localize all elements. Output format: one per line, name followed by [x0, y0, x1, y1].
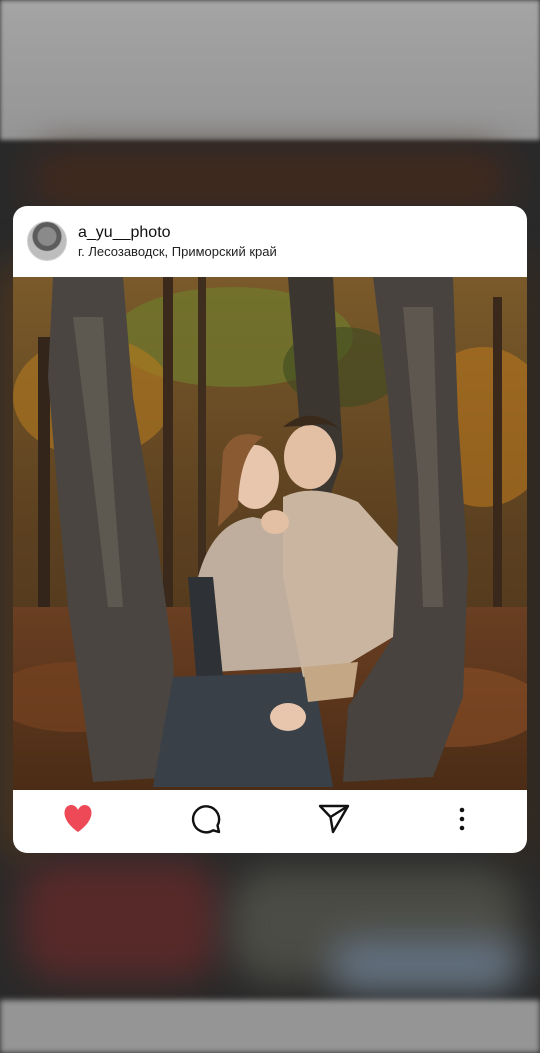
post-preview-card: a_yu__photo г. Лесозаводск, Приморский к… — [13, 206, 527, 853]
more-vertical-icon — [458, 807, 466, 836]
username[interactable]: a_yu__photo — [78, 224, 171, 242]
post-actions — [13, 790, 527, 853]
send-icon — [318, 804, 350, 839]
share-button[interactable] — [309, 790, 359, 853]
like-button[interactable] — [53, 790, 103, 853]
photo-illustration — [13, 277, 527, 790]
more-button[interactable] — [437, 790, 487, 853]
comment-button[interactable] — [181, 790, 231, 853]
location[interactable]: г. Лесозаводск, Приморский край — [78, 244, 277, 259]
heart-icon — [62, 804, 94, 839]
post-photo[interactable] — [13, 277, 527, 790]
post-header: a_yu__photo г. Лесозаводск, Приморский к… — [13, 206, 527, 277]
comment-icon — [190, 803, 222, 840]
avatar[interactable] — [27, 221, 67, 261]
